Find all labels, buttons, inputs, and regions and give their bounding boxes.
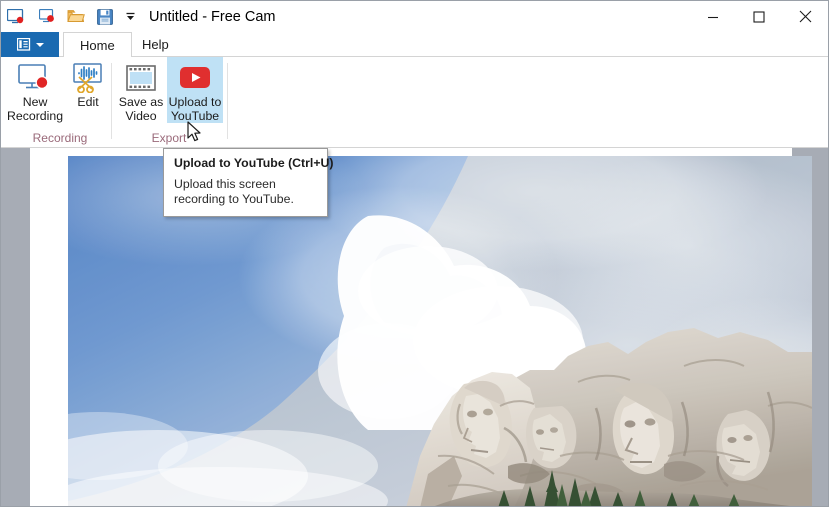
open-folder-icon[interactable] bbox=[65, 6, 87, 28]
title-bar: Untitled - Free Cam bbox=[1, 1, 828, 32]
file-menu-button[interactable] bbox=[1, 32, 59, 57]
edit-button[interactable]: Edit bbox=[63, 57, 113, 123]
free-cam-window: Untitled - Free Cam Home Help New Record… bbox=[0, 0, 829, 507]
new-recording-label: New Recording bbox=[7, 95, 64, 123]
ribbon-group-export-label: Export bbox=[151, 131, 187, 145]
tab-home-label: Home bbox=[80, 37, 115, 53]
file-menu-caret-icon bbox=[35, 42, 44, 47]
edit-label: Edit bbox=[77, 95, 99, 109]
new-recording-icon[interactable] bbox=[36, 6, 58, 28]
canvas-area bbox=[1, 148, 828, 506]
save-icon[interactable] bbox=[94, 6, 116, 28]
save-as-video-label: Save as Video bbox=[118, 95, 164, 123]
ribbon: New Recording Edit Recording Save as Vid… bbox=[1, 57, 828, 148]
ribbon-group-separator-end bbox=[227, 63, 228, 139]
quick-access-toolbar bbox=[36, 6, 137, 28]
youtube-icon bbox=[178, 61, 212, 95]
ribbon-group-recording-label: Recording bbox=[32, 131, 88, 145]
film-strip-icon bbox=[125, 61, 157, 95]
minimize-button[interactable] bbox=[690, 1, 736, 32]
ribbon-group-separator bbox=[111, 63, 112, 139]
tooltip-title: Upload to YouTube (Ctrl+U) bbox=[174, 156, 334, 170]
tooltip-body: Upload this screen recording to YouTube. bbox=[174, 177, 294, 206]
tab-home[interactable]: Home bbox=[63, 32, 132, 57]
new-recording-button[interactable]: New Recording bbox=[7, 57, 63, 123]
close-button[interactable] bbox=[782, 1, 828, 32]
window-controls bbox=[690, 1, 828, 32]
waveform-scissors-icon bbox=[71, 61, 105, 95]
upload-to-youtube-label: Upload to YouTube bbox=[168, 95, 222, 123]
customize-quick-access-icon[interactable] bbox=[123, 6, 137, 28]
tooltip: Upload to YouTube (Ctrl+U) Upload this s… bbox=[163, 148, 334, 217]
tab-help[interactable]: Help bbox=[126, 32, 185, 57]
app-icon bbox=[1, 1, 31, 32]
ribbon-group-export: Save as Video Upload to YouTube Export bbox=[115, 57, 223, 147]
ribbon-tab-strip: Home Help bbox=[1, 32, 828, 57]
tab-help-label: Help bbox=[142, 37, 169, 52]
upload-to-youtube-button[interactable]: Upload to YouTube bbox=[167, 57, 223, 123]
window-title: Untitled - Free Cam bbox=[149, 8, 276, 25]
file-menu-icon bbox=[16, 38, 30, 51]
monitor-record-icon bbox=[18, 61, 52, 95]
save-as-video-button[interactable]: Save as Video bbox=[115, 57, 167, 123]
ribbon-group-recording: New Recording Edit Recording bbox=[7, 57, 113, 147]
maximize-button[interactable] bbox=[736, 1, 782, 32]
canvas-paper bbox=[30, 148, 812, 506]
